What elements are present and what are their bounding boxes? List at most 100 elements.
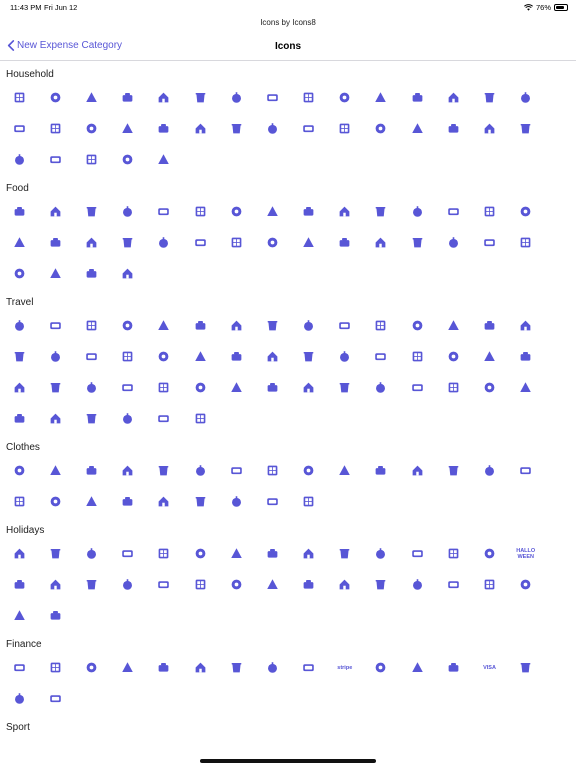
banknote-frame-icon[interactable]	[73, 569, 109, 600]
diamond-ring-icon[interactable]	[37, 569, 73, 600]
broom-icon[interactable]	[1, 144, 37, 175]
starfish-icon[interactable]	[218, 538, 254, 569]
turkey-icon[interactable]	[146, 569, 182, 600]
ship-icon[interactable]	[471, 341, 507, 372]
coconut-icon[interactable]	[146, 196, 182, 227]
cheese-icon[interactable]	[37, 258, 73, 289]
visa-card-icon[interactable]	[146, 341, 182, 372]
gingerbread-icon[interactable]	[110, 569, 146, 600]
bell-icon[interactable]	[182, 538, 218, 569]
camping-icon[interactable]	[1, 341, 37, 372]
dice-icon[interactable]	[435, 227, 471, 258]
shirt-icon[interactable]	[182, 486, 218, 517]
hamburger-icon[interactable]	[471, 196, 507, 227]
tower-of-pisa-icon[interactable]	[508, 341, 544, 372]
taxi-icon[interactable]	[291, 310, 327, 341]
skull-icon[interactable]	[471, 538, 507, 569]
mug-icon[interactable]	[73, 310, 109, 341]
amphora-icon[interactable]	[327, 372, 363, 403]
lightbulb-icon[interactable]	[37, 113, 73, 144]
iron-icon[interactable]	[471, 455, 507, 486]
roast-chicken-icon[interactable]	[291, 227, 327, 258]
beach-chair-icon[interactable]	[37, 372, 73, 403]
cleaning-person-icon[interactable]	[291, 113, 327, 144]
bed-icon[interactable]	[218, 82, 254, 113]
wreath-icon[interactable]	[471, 569, 507, 600]
tea-cup-icon[interactable]	[110, 82, 146, 113]
bow-tie-icon[interactable]	[146, 455, 182, 486]
fireplace-icon[interactable]	[1, 113, 37, 144]
fridge-icon[interactable]	[73, 144, 109, 175]
soda-icon[interactable]	[146, 227, 182, 258]
jam-jar-icon[interactable]	[110, 196, 146, 227]
watch-icon[interactable]	[146, 486, 182, 517]
gift-icon[interactable]	[399, 538, 435, 569]
salad-bowl-icon[interactable]	[1, 258, 37, 289]
watermelon-icon[interactable]	[254, 196, 290, 227]
child-face-icon[interactable]	[291, 569, 327, 600]
bath-icon[interactable]	[471, 113, 507, 144]
paw-icon[interactable]	[254, 310, 290, 341]
glass-icon[interactable]	[146, 113, 182, 144]
necktie-icon[interactable]	[1, 486, 37, 517]
safe-icon[interactable]	[254, 113, 290, 144]
pot-icon[interactable]	[218, 196, 254, 227]
garage-icon[interactable]	[363, 113, 399, 144]
jacket-icon[interactable]	[110, 455, 146, 486]
sedan-icon[interactable]	[291, 341, 327, 372]
bikini-icon[interactable]	[218, 455, 254, 486]
elf-face-icon[interactable]	[363, 569, 399, 600]
basket-icon[interactable]	[254, 227, 290, 258]
airplane-icon[interactable]	[218, 372, 254, 403]
house-icon[interactable]	[218, 113, 254, 144]
rug-icon[interactable]	[399, 113, 435, 144]
target-icon[interactable]	[291, 538, 327, 569]
snorkel-icon[interactable]	[327, 341, 363, 372]
tent-icon[interactable]	[110, 403, 146, 434]
hot-cocoa-icon[interactable]	[254, 569, 290, 600]
turnip-icon[interactable]	[471, 227, 507, 258]
bitcoin-icon[interactable]	[73, 652, 109, 683]
dessert-icon[interactable]	[1, 600, 37, 631]
ham-icon[interactable]	[508, 227, 544, 258]
baguette-icon[interactable]	[1, 227, 37, 258]
halloween-icon[interactable]: HALLO WEEN	[508, 538, 544, 569]
bowler-hat-icon[interactable]	[327, 455, 363, 486]
kebab-icon[interactable]	[1, 196, 37, 227]
easter-egg-icon[interactable]	[146, 538, 182, 569]
fishing-rod-icon[interactable]	[182, 372, 218, 403]
christmas-ball-icon[interactable]	[363, 538, 399, 569]
flip-flops-icon[interactable]	[73, 403, 109, 434]
hotel-icon[interactable]	[363, 341, 399, 372]
tie-icon[interactable]	[1, 455, 37, 486]
pet-icon[interactable]	[508, 310, 544, 341]
family-icon[interactable]	[435, 538, 471, 569]
monitor-icon[interactable]	[182, 113, 218, 144]
office-chair-icon[interactable]	[110, 113, 146, 144]
swimming-pool-icon[interactable]	[146, 310, 182, 341]
beans-icon[interactable]	[37, 227, 73, 258]
champagne-icon[interactable]	[363, 196, 399, 227]
lucky-clover-icon[interactable]	[435, 569, 471, 600]
mastercard-icon[interactable]	[435, 652, 471, 683]
western-union-icon[interactable]	[37, 652, 73, 683]
cake-icon[interactable]	[1, 569, 37, 600]
bunny-icon[interactable]	[37, 600, 73, 631]
popsicle-icon[interactable]	[73, 227, 109, 258]
no-entry-icon[interactable]	[218, 341, 254, 372]
sunscreen-icon[interactable]	[37, 403, 73, 434]
ticket-icon[interactable]	[327, 310, 363, 341]
car-icon[interactable]	[146, 144, 182, 175]
bat-icon[interactable]	[110, 538, 146, 569]
spatula-icon[interactable]	[508, 113, 544, 144]
t-shirt-icon[interactable]	[363, 455, 399, 486]
mountains-icon[interactable]	[110, 372, 146, 403]
cash-register-icon[interactable]	[110, 652, 146, 683]
dress-icon[interactable]	[37, 455, 73, 486]
eiffel-tower-icon[interactable]	[182, 341, 218, 372]
mushroom-icon[interactable]	[399, 227, 435, 258]
faucet-icon[interactable]	[182, 82, 218, 113]
building-icon[interactable]	[110, 144, 146, 175]
santa-icon[interactable]	[73, 538, 109, 569]
coat-icon[interactable]	[254, 486, 290, 517]
